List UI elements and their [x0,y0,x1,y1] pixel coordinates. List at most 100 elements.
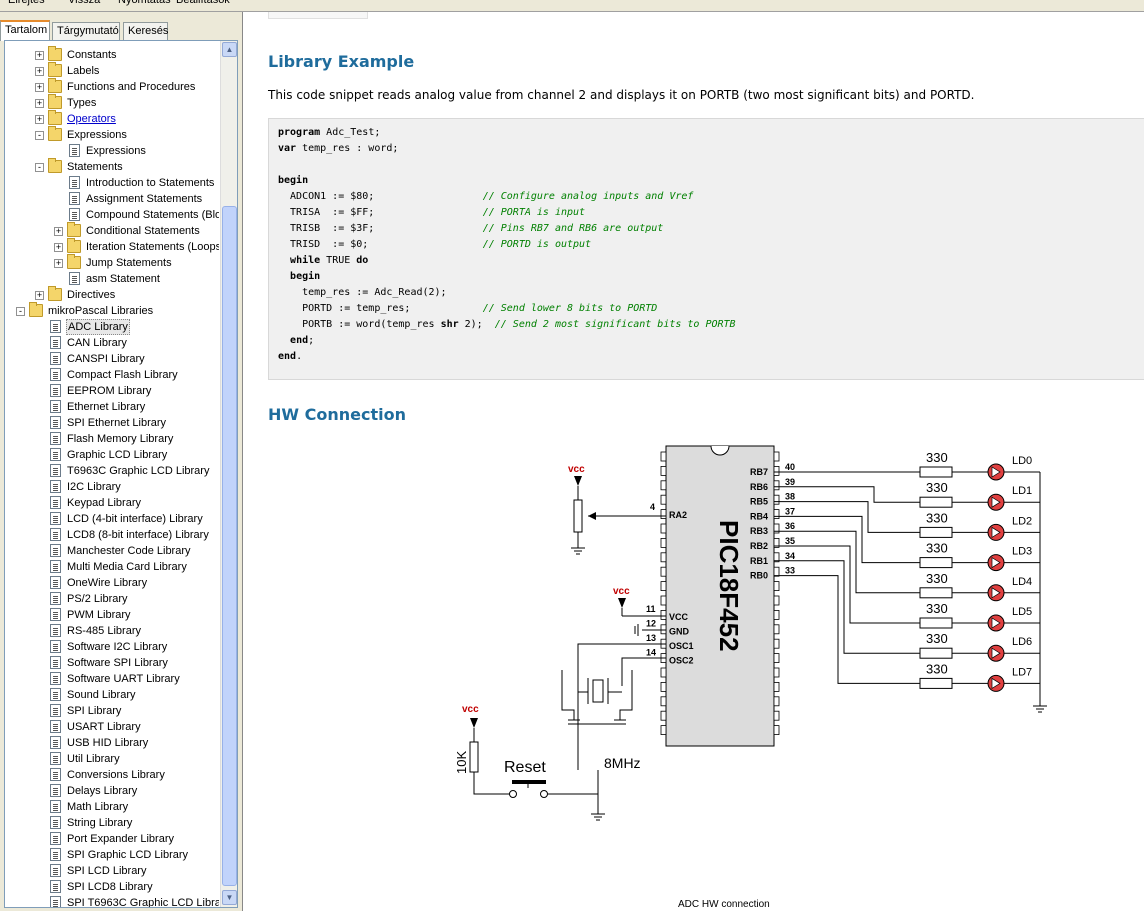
tree-item[interactable]: + Operators [5,110,219,127]
tree-item[interactable]: Conversions Library [5,767,219,783]
code-comment: // PORTA is input [482,207,586,218]
tree-item[interactable]: SPI Library [5,703,219,719]
tree-item[interactable]: Software UART Library [5,671,219,687]
tree-item-label: Util Library [67,753,120,765]
collapse-icon[interactable]: - [35,131,44,140]
tab-index[interactable]: Tárgymutató [52,22,120,40]
ra2-label: RA2 [669,510,687,520]
tree-item[interactable]: + Jump Statements [5,254,219,271]
tree-item[interactable]: - Expressions [5,126,219,143]
tree-item[interactable]: SPI LCD Library [5,863,219,879]
page-icon [50,608,61,621]
code-text: TRISA := $FF; [278,207,483,218]
tree-item-label: SPI LCD Library [67,865,147,877]
tree-scrollbar[interactable]: ▲ ▼ [220,41,237,907]
tree-item[interactable]: Ethernet Library [5,399,219,415]
tree-item[interactable]: + Types [5,94,219,111]
tree-item[interactable]: PS/2 Library [5,591,219,607]
tree-item[interactable]: SPI LCD8 Library [5,879,219,895]
tree-item[interactable]: PWM Library [5,607,219,623]
tree-item[interactable]: Manchester Code Library [5,543,219,559]
tree-item[interactable]: SPI Ethernet Library [5,415,219,431]
tree-item[interactable]: RS-485 Library [5,623,219,639]
tree-item[interactable]: CAN Library [5,335,219,351]
expand-icon[interactable]: + [35,83,44,92]
expand-icon[interactable]: + [54,243,63,252]
expand-icon[interactable]: + [35,115,44,124]
collapse-icon[interactable]: - [35,163,44,172]
tree-item[interactable]: Software SPI Library [5,655,219,671]
tree-item-label: OneWire Library [67,577,148,589]
tree-item[interactable]: Flash Memory Library [5,431,219,447]
expand-icon[interactable]: + [35,99,44,108]
tree-item[interactable]: Math Library [5,799,219,815]
ra2-pin-number: 4 [650,502,655,512]
tree-item[interactable]: Util Library [5,751,219,767]
tree-item[interactable]: Compound Statements (Blo [5,207,219,223]
tree-item[interactable]: I2C Library [5,479,219,495]
expand-icon[interactable]: + [35,291,44,300]
expand-icon[interactable]: + [35,51,44,60]
tree-item[interactable]: Expressions [5,143,219,159]
toolbar-item[interactable]: Vissza [68,0,100,6]
tree-item[interactable]: EEPROM Library [5,383,219,399]
expand-icon[interactable]: + [35,67,44,76]
tree-item[interactable]: OneWire Library [5,575,219,591]
tree-item[interactable]: CANSPI Library [5,351,219,367]
folder-icon [48,110,62,125]
tree-item[interactable]: Graphic LCD Library [5,447,219,463]
tree-item[interactable]: SPI Graphic LCD Library [5,847,219,863]
expand-icon[interactable]: + [54,259,63,268]
scrollbar-thumb[interactable] [222,206,237,886]
page-icon [50,464,61,477]
page-icon [50,736,61,749]
tree-item[interactable]: LCD8 (8-bit interface) Library [5,527,219,543]
tree-item[interactable]: Delays Library [5,783,219,799]
collapse-icon[interactable]: - [16,307,25,316]
port-pin-number: 34 [785,551,795,561]
tree-item[interactable]: Keypad Library [5,495,219,511]
tree-item[interactable]: SPI T6963C Graphic LCD Libra [5,895,219,907]
tree-item[interactable]: + Conditional Statements [5,222,219,239]
tree-item[interactable]: Sound Library [5,687,219,703]
tree-item[interactable]: Assignment Statements [5,191,219,207]
tree-item[interactable]: + Iteration Statements (Loops [5,238,219,255]
toolbar: Elrejtés Vissza Nyomtatás Beállítások [0,0,1144,12]
tab-contents[interactable]: Tartalom [0,20,50,41]
tree-item[interactable]: - mikroPascal Libraries [5,302,219,319]
code-keyword: do [356,255,369,266]
tree-item[interactable]: LCD (4-bit interface) Library [5,511,219,527]
tree-item[interactable]: Compact Flash Library [5,367,219,383]
code-text: TRISB := $3F; [278,223,483,234]
code-keyword: var [278,143,297,154]
code-line: begin [278,269,320,285]
tree-item[interactable]: - Statements [5,158,219,175]
toolbar-item[interactable]: Nyomtatás [118,0,171,6]
toolbar-item[interactable]: Beállítások [176,0,230,6]
tree-item[interactable]: + Functions and Procedures [5,78,219,95]
tree-item[interactable]: Port Expander Library [5,831,219,847]
tree-item[interactable]: USART Library [5,719,219,735]
scroll-up-icon[interactable]: ▲ [222,42,237,57]
tree-item[interactable]: + Labels [5,62,219,79]
tree-item[interactable]: Introduction to Statements [5,175,219,191]
tab-search[interactable]: Keresés [123,22,168,40]
tree-item[interactable]: String Library [5,815,219,831]
code-line: PORTD := temp_res; // Send lower 8 bits … [278,301,657,317]
tree-item[interactable]: T6963C Graphic LCD Library [5,463,219,479]
tree-item-label: USART Library [67,721,141,733]
tree-item[interactable]: asm Statement [5,271,219,287]
tree-item[interactable]: + Constants [5,46,219,63]
tree-item[interactable]: ADC Library [5,319,219,335]
tree-item[interactable]: USB HID Library [5,735,219,751]
chip-pin [660,710,667,721]
tree-item[interactable]: Software I2C Library [5,639,219,655]
code-text: 2); [458,319,495,330]
tree-item[interactable]: Multi Media Card Library [5,559,219,575]
tree-item[interactable]: + Directives [5,286,219,303]
chip-pin [660,696,667,707]
toolbar-item[interactable]: Elrejtés [8,0,45,6]
wire [774,560,920,654]
scroll-down-icon[interactable]: ▼ [222,890,237,905]
expand-icon[interactable]: + [54,227,63,236]
